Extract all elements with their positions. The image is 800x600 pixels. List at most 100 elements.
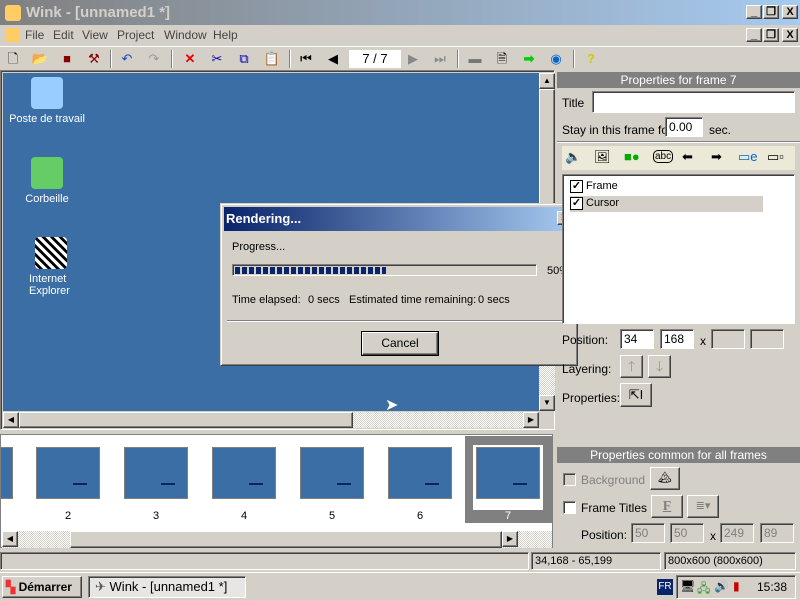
last-frame-icon[interactable]: ⏭ <box>430 50 450 68</box>
cancel-button[interactable]: Cancel <box>361 331 439 356</box>
add-url-button-icon[interactable]: ▭e <box>738 149 758 165</box>
menu-project[interactable]: Project <box>117 28 154 42</box>
prev-frame-icon[interactable]: ◀ <box>323 50 343 68</box>
thumb-scroll-left-icon[interactable]: ◀ <box>2 531 18 547</box>
cut-icon[interactable]: ✂ <box>207 50 227 68</box>
common-pos-sep: x <box>710 529 716 543</box>
font-button[interactable]: F <box>651 495 683 518</box>
doc-close-button[interactable]: X <box>782 28 798 42</box>
title-pos-x[interactable]: 50 <box>631 523 665 543</box>
frame-titles-checkbox[interactable] <box>563 501 576 514</box>
restore-button[interactable]: ❐ <box>763 5 779 19</box>
thumbnail-1-partial[interactable] <box>0 447 13 499</box>
scroll-up-icon[interactable]: ▲ <box>539 73 555 89</box>
redo-icon[interactable]: ↷ <box>144 50 164 68</box>
thumbnail-frame-3[interactable] <box>122 445 190 501</box>
volume-icon[interactable]: 🔊 <box>714 579 729 593</box>
page-icon[interactable]: 🗎 <box>492 50 512 68</box>
export-arrow-icon[interactable]: ➡ <box>519 50 539 68</box>
title-pos-y[interactable]: 50 <box>670 523 704 543</box>
taskbar-item-wink[interactable]: ✈ Wink - [unnamed1 *] <box>88 576 246 598</box>
save-icon[interactable]: ■ <box>57 50 77 68</box>
render-icon[interactable]: ▬ <box>465 50 485 68</box>
menu-help[interactable]: Help <box>213 28 238 42</box>
layer-down-button[interactable]: 🡓 <box>648 355 671 378</box>
doc-restore-button[interactable]: ❐ <box>763 28 779 42</box>
thumbnail-frame-6[interactable] <box>386 445 454 501</box>
stay-duration-input[interactable]: 0.00 <box>665 117 703 137</box>
menu-file[interactable]: File <box>25 28 44 42</box>
background-image-button[interactable]: 🏔 <box>650 467 680 490</box>
pos-y-input[interactable]: 168 <box>660 329 694 349</box>
thumbnail-frame-5[interactable] <box>298 445 366 501</box>
browser-icon[interactable]: ◉ <box>546 50 566 68</box>
thumbnail-label: 4 <box>240 510 248 522</box>
help-icon[interactable]: ? <box>581 50 601 68</box>
title-width[interactable]: 249 <box>720 523 754 543</box>
remaining-value: 0 secs <box>478 294 510 306</box>
layer-item-frame[interactable]: ✓ Frame <box>570 179 760 195</box>
alignment-dropdown[interactable]: ≣▾ <box>687 495 719 518</box>
background-checkbox[interactable] <box>563 473 576 486</box>
title-bar: Wink - [unnamed1 *] <box>0 0 800 25</box>
checkbox-frame[interactable]: ✓ <box>570 180 583 193</box>
undo-icon[interactable]: ↶ <box>117 50 137 68</box>
new-icon[interactable]: 🗋 <box>3 50 23 68</box>
copy-icon[interactable]: ⧉ <box>234 50 254 68</box>
start-button[interactable]: ▚ Démarrer <box>2 576 82 598</box>
frame-counter[interactable]: 7 / 7 <box>349 50 401 68</box>
menu-view[interactable]: View <box>82 28 108 42</box>
network-icon[interactable]: 🖧 <box>697 579 710 600</box>
time-elapsed-value: 0 secs <box>308 294 340 306</box>
minimize-button[interactable]: _ <box>746 5 762 19</box>
menu-edit[interactable]: Edit <box>53 28 74 42</box>
next-frame-icon[interactable]: ▶ <box>403 50 423 68</box>
layer-up-button[interactable]: 🡑 <box>620 355 643 378</box>
language-indicator[interactable]: FR <box>657 579 673 595</box>
menu-window[interactable]: Window <box>164 28 207 42</box>
add-image-icon[interactable]: 🖼 <box>594 149 611 165</box>
thumbnail-frame-4[interactable] <box>210 445 278 501</box>
layer-item-cursor[interactable]: ✓ Cursor <box>570 196 763 212</box>
horizontal-scrollbar[interactable]: ◀ ▶ <box>3 412 539 428</box>
delete-icon[interactable]: ✕ <box>180 50 200 68</box>
wink-tray-icon[interactable]: 🖥 <box>680 579 695 593</box>
clock[interactable]: 15:38 <box>757 580 787 594</box>
dialog-title: Rendering... <box>224 207 574 231</box>
layer-list: ✓ Frame ✓ Cursor <box>562 174 795 324</box>
pos-h-input[interactable] <box>750 329 784 349</box>
thumbnail-scrollbar[interactable]: ◀ ▶ <box>2 531 552 548</box>
add-sound-icon[interactable]: 🔈 <box>565 149 581 165</box>
scroll-down-icon[interactable]: ▼ <box>539 395 555 411</box>
close-button[interactable]: X <box>782 5 798 19</box>
build-icon[interactable]: ⚒ <box>84 50 104 68</box>
add-menu-button-icon[interactable]: ▭▫ <box>767 149 784 165</box>
window-title: Wink - [unnamed1 *] <box>26 4 171 21</box>
thumb-scroll-thumb[interactable] <box>70 531 502 548</box>
first-frame-icon[interactable]: ⏮ <box>296 50 316 68</box>
thumbnail-frame-7[interactable] <box>474 445 542 501</box>
title-height[interactable]: 89 <box>760 523 794 543</box>
title-input[interactable] <box>592 91 795 113</box>
battery-icon[interactable]: ▮ <box>733 579 740 593</box>
add-back-button-icon[interactable]: ⬅ <box>682 149 693 165</box>
status-size: 800x600 (800x600) <box>664 552 796 570</box>
cursor-properties-button[interactable]: ⇱I <box>620 383 652 407</box>
thumbnail-frame-2[interactable] <box>34 445 102 501</box>
mouse-cursor-icon: ➤ <box>385 397 399 411</box>
add-next-button-icon[interactable]: ➡ <box>711 149 722 165</box>
add-shape-icon[interactable]: ■● <box>624 149 640 164</box>
progress-bar <box>232 264 537 276</box>
open-icon[interactable]: 📂 <box>30 50 50 68</box>
pos-w-input[interactable] <box>711 329 745 349</box>
add-textbox-icon[interactable]: abc <box>653 150 674 163</box>
scroll-left-icon[interactable]: ◀ <box>3 412 19 428</box>
pos-x-input[interactable]: 34 <box>620 329 654 349</box>
scroll-right-icon[interactable]: ▶ <box>523 412 539 428</box>
checkbox-cursor[interactable]: ✓ <box>570 197 583 210</box>
thumb-scroll-right-icon[interactable]: ▶ <box>502 531 518 547</box>
scroll-thumb[interactable] <box>19 412 353 428</box>
doc-minimize-button[interactable]: _ <box>746 28 762 42</box>
document-icon <box>5 28 19 42</box>
paste-icon[interactable]: 📋 <box>262 50 282 68</box>
